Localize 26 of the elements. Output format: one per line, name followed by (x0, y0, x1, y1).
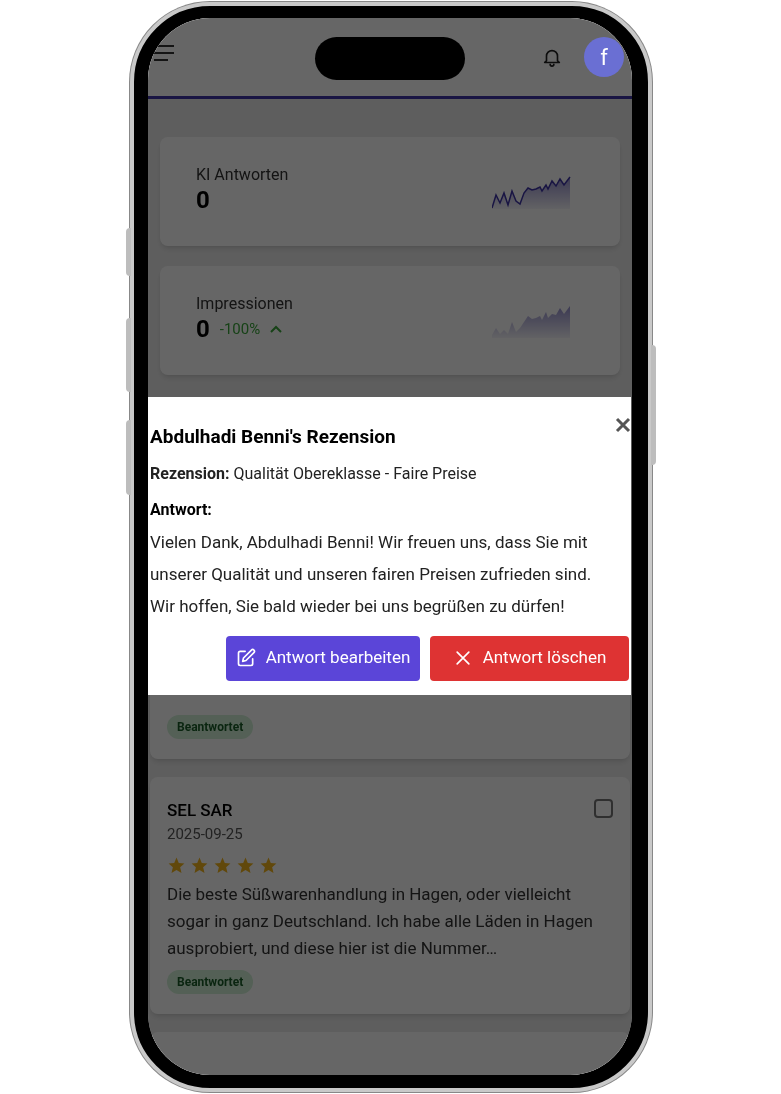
stat-label: Impressionen (196, 293, 293, 315)
edit-button[interactable]: Antwort bearbeiten (226, 635, 420, 681)
close-icon[interactable] (615, 417, 631, 433)
menu-icon[interactable] (154, 45, 174, 61)
star-icon (190, 855, 209, 875)
review-text: Die beste Süßwarenhandlung in Hagen, oder vielleicht sogar in ganz Deutschland. Ich habe alle Läden in Hagen ausprobiert, und diese hier ist die Nummer… (167, 882, 594, 960)
review-date: 2025-09-25 (167, 824, 244, 845)
star-icon (213, 855, 232, 875)
status-badge: Beantwortet (167, 969, 254, 994)
chevron-up-icon (270, 325, 283, 333)
star-icon (236, 855, 255, 875)
stat-value: 0 (196, 317, 210, 341)
reviewer-name: SEL SAR (167, 799, 233, 821)
stat-value: 0 (196, 188, 210, 212)
edit-icon (235, 648, 256, 668)
stat-label: KI Antworten (196, 164, 289, 186)
checkbox[interactable] (594, 799, 613, 818)
delete-button[interactable]: Antwort löschen (430, 635, 629, 681)
star-icon (259, 855, 278, 875)
stat-change: -100% (219, 318, 261, 340)
review-line: Rezension: Qualität Obereklasse - Faire Preise (150, 462, 478, 485)
dialog-title: Abdulhadi Benni's Rezension (150, 424, 396, 450)
status-badge: Beantwortet (167, 715, 254, 739)
star-icon (167, 855, 186, 875)
answer-text: Vielen Dank, Abdulhadi Benni! Wir freuen uns, dass Sie mit unserer Qualität und unseren fairen Preisen zufrieden sind. Wir hoffen, Sie bald wieder bei uns begrüßen zu dürfen! (150, 530, 593, 618)
answer-label: Antwort: (150, 498, 213, 521)
